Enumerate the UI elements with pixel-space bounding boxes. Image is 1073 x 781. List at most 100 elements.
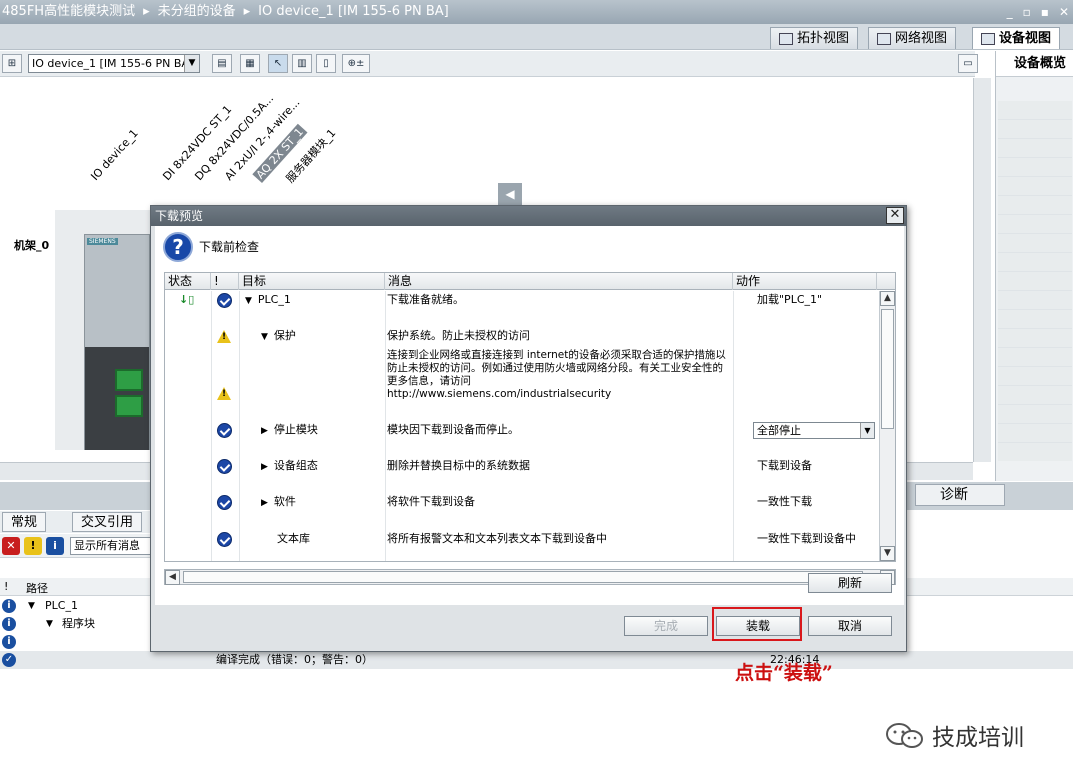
panel-options-icon[interactable]: ▭: [958, 54, 978, 73]
log-row-text: 程序块: [62, 617, 95, 630]
row-target: ▶ 停止模块: [261, 421, 318, 440]
expand-triangle-icon[interactable]: ▼: [46, 615, 53, 633]
label-toggle-icon[interactable]: ▦: [240, 54, 260, 73]
info-icon: i: [2, 599, 16, 613]
window-title-bar: 485FH高性能模块测试 ▸ 未分组的设备 ▸ IO device_1 [IM 155-…: [0, 0, 1073, 24]
scroll-thumb[interactable]: [881, 309, 894, 429]
tab-general[interactable]: 常规: [2, 512, 47, 532]
column-divider: [385, 291, 386, 561]
table-row[interactable]: 连接到企业网络或直接连接到 internet的设备必须采取合适的保护措施以防止未…: [165, 347, 877, 403]
stop-mode-select[interactable]: 全部停止 ▼: [753, 422, 875, 439]
col-status[interactable]: 状态: [165, 273, 211, 290]
dialog-title: 下载预览: [151, 206, 906, 226]
col-target[interactable]: 目标: [239, 273, 385, 290]
check-icon: [217, 495, 232, 510]
scroll-thumb[interactable]: [183, 571, 863, 583]
device-selector[interactable]: IO device_1 [IM 155-6 PN BA] ▼: [28, 54, 200, 73]
interface-module[interactable]: SIEMENS: [84, 234, 150, 450]
pointer-tool-icon[interactable]: ↖: [268, 54, 288, 73]
dialog-close-icon[interactable]: ✕: [886, 207, 904, 224]
minimize-icon[interactable]: _: [1007, 5, 1013, 19]
breadcrumb-project[interactable]: 485FH高性能模块测试: [2, 4, 135, 19]
error-filter-icon[interactable]: ✕: [2, 537, 20, 555]
device-tree-icon[interactable]: ⊞: [2, 54, 22, 73]
info-icon: i: [2, 635, 16, 649]
expand-triangle-icon[interactable]: ▶: [261, 462, 268, 472]
table-row[interactable]: ▶ 设备组态 删除并替换目标中的系统数据 下载到设备: [165, 457, 877, 477]
tab-network-view[interactable]: 网络视图: [868, 27, 957, 49]
tab-topology-view[interactable]: 拓扑视图: [770, 27, 859, 49]
grid-view-icon[interactable]: ▤: [212, 54, 232, 73]
row-target: ▼ 保护: [261, 327, 296, 346]
table-icon[interactable]: ▥: [292, 54, 312, 73]
close-icon[interactable]: ✕: [1059, 5, 1069, 19]
tab-label: 常规: [11, 515, 38, 530]
tab-device-view[interactable]: 设备视图: [972, 27, 1061, 49]
module-label[interactable]: IO device_1: [88, 127, 141, 183]
table-vertical-scrollbar[interactable]: ▲ ▼: [879, 291, 895, 561]
col-flag[interactable]: !: [211, 273, 239, 290]
table-row[interactable]: ▶ 停止模块 模块因下载到设备而停止。 全部停止 ▼: [165, 421, 877, 441]
row-message: 删除并替换目标中的系统数据: [387, 459, 530, 472]
check-icon: [217, 459, 232, 474]
show-all-messages-select[interactable]: 显示所有消息: [70, 537, 160, 555]
table-row[interactable]: ▼ 保护 保护系统。防止未授权的访问: [165, 327, 877, 345]
scroll-left-icon[interactable]: ◀: [165, 570, 180, 585]
tab-label: 拓扑视图: [797, 30, 850, 46]
download-preview-dialog: 下载预览 ✕ ? 下载前检查 状态 ! 目标 消息 动作 ↓▯ ▼ PLC_1 下…: [150, 205, 907, 652]
finish-button[interactable]: 完成: [624, 616, 708, 636]
restore-icon[interactable]: ▫: [1023, 5, 1031, 19]
canvas-vertical-scrollbar[interactable]: [973, 78, 991, 462]
scroll-down-icon[interactable]: ▼: [880, 546, 895, 561]
expand-triangle-icon[interactable]: ▶: [261, 498, 268, 508]
page-icon[interactable]: ▯: [316, 54, 336, 73]
cancel-button[interactable]: 取消: [808, 616, 892, 636]
device-overview-panel: 设备概览: [995, 51, 1073, 481]
wechat-logo-icon: [886, 723, 923, 748]
row-message: 将所有报警文本和文本列表文本下载到设备中: [387, 532, 607, 545]
table-row[interactable]: ↓▯ ▼ PLC_1 下载准备就绪。 加载"PLC_1": [165, 291, 877, 325]
expand-triangle-icon[interactable]: ▼: [261, 332, 268, 342]
path-header-label[interactable]: 路径: [26, 580, 48, 596]
topology-icon: [779, 32, 793, 45]
warning-filter-icon[interactable]: !: [24, 537, 42, 555]
breadcrumb-separator: ▸: [243, 4, 251, 19]
ethernet-port-icon[interactable]: [115, 369, 143, 391]
row-target: ▼ PLC_1: [245, 291, 291, 310]
ethernet-port-icon[interactable]: [115, 395, 143, 417]
device-overview-grid[interactable]: [998, 101, 1072, 461]
col-action[interactable]: 动作: [733, 273, 877, 290]
watermark-text: 技成培训: [932, 725, 1024, 751]
expand-triangle-icon[interactable]: ▶: [261, 426, 268, 436]
maximize-icon[interactable]: ▪: [1041, 5, 1049, 19]
collapse-arrow-icon[interactable]: ◀: [498, 183, 522, 205]
col-message[interactable]: 消息: [385, 273, 733, 290]
table-row[interactable]: 文本库 将所有报警文本和文本列表文本下载到设备中 一致性下载到设备中: [165, 530, 877, 550]
tab-diagnostics[interactable]: 诊断: [915, 484, 1005, 506]
log-row[interactable]: ✓ 编译完成（错误：0；警告：0） 22:46:14: [0, 651, 1073, 669]
zoom-icon[interactable]: ⊕±: [342, 54, 370, 73]
tab-cross-reference[interactable]: 交叉引用: [72, 512, 143, 532]
chevron-down-icon[interactable]: ▼: [184, 55, 199, 72]
log-row-text: 编译完成（错误：0；警告：0）: [216, 653, 373, 666]
device-overview-title[interactable]: 设备概览: [996, 51, 1073, 77]
table-row[interactable]: ▶ 软件 将软件下载到设备 一致性下载: [165, 493, 877, 513]
column-divider: [733, 291, 734, 561]
column-divider: [211, 291, 212, 561]
warning-icon: [217, 387, 231, 400]
table-horizontal-scrollbar[interactable]: ◀ ▶: [164, 569, 896, 585]
row-target-label: 设备组态: [273, 459, 318, 472]
scroll-up-icon[interactable]: ▲: [880, 291, 895, 306]
expand-triangle-icon[interactable]: ▼: [28, 597, 35, 615]
breadcrumb-device[interactable]: IO device_1 [IM 155-6 PN BA]: [258, 4, 449, 19]
expand-triangle-icon[interactable]: ▼: [245, 296, 252, 306]
breadcrumb-group[interactable]: 未分组的设备: [158, 4, 236, 19]
column-divider: [239, 291, 240, 561]
row-message: 保护系统。防止未授权的访问: [387, 329, 530, 342]
row-target-label: 停止模块: [273, 423, 318, 436]
info-filter-icon[interactable]: i: [46, 537, 64, 555]
table-header: 状态 ! 目标 消息 动作: [165, 273, 895, 290]
refresh-button[interactable]: 刷新: [808, 573, 892, 593]
chevron-down-icon[interactable]: ▼: [860, 423, 874, 438]
download-check-table: 状态 ! 目标 消息 动作 ↓▯ ▼ PLC_1 下载准备就绪。 加载"PLC_1…: [164, 272, 896, 562]
